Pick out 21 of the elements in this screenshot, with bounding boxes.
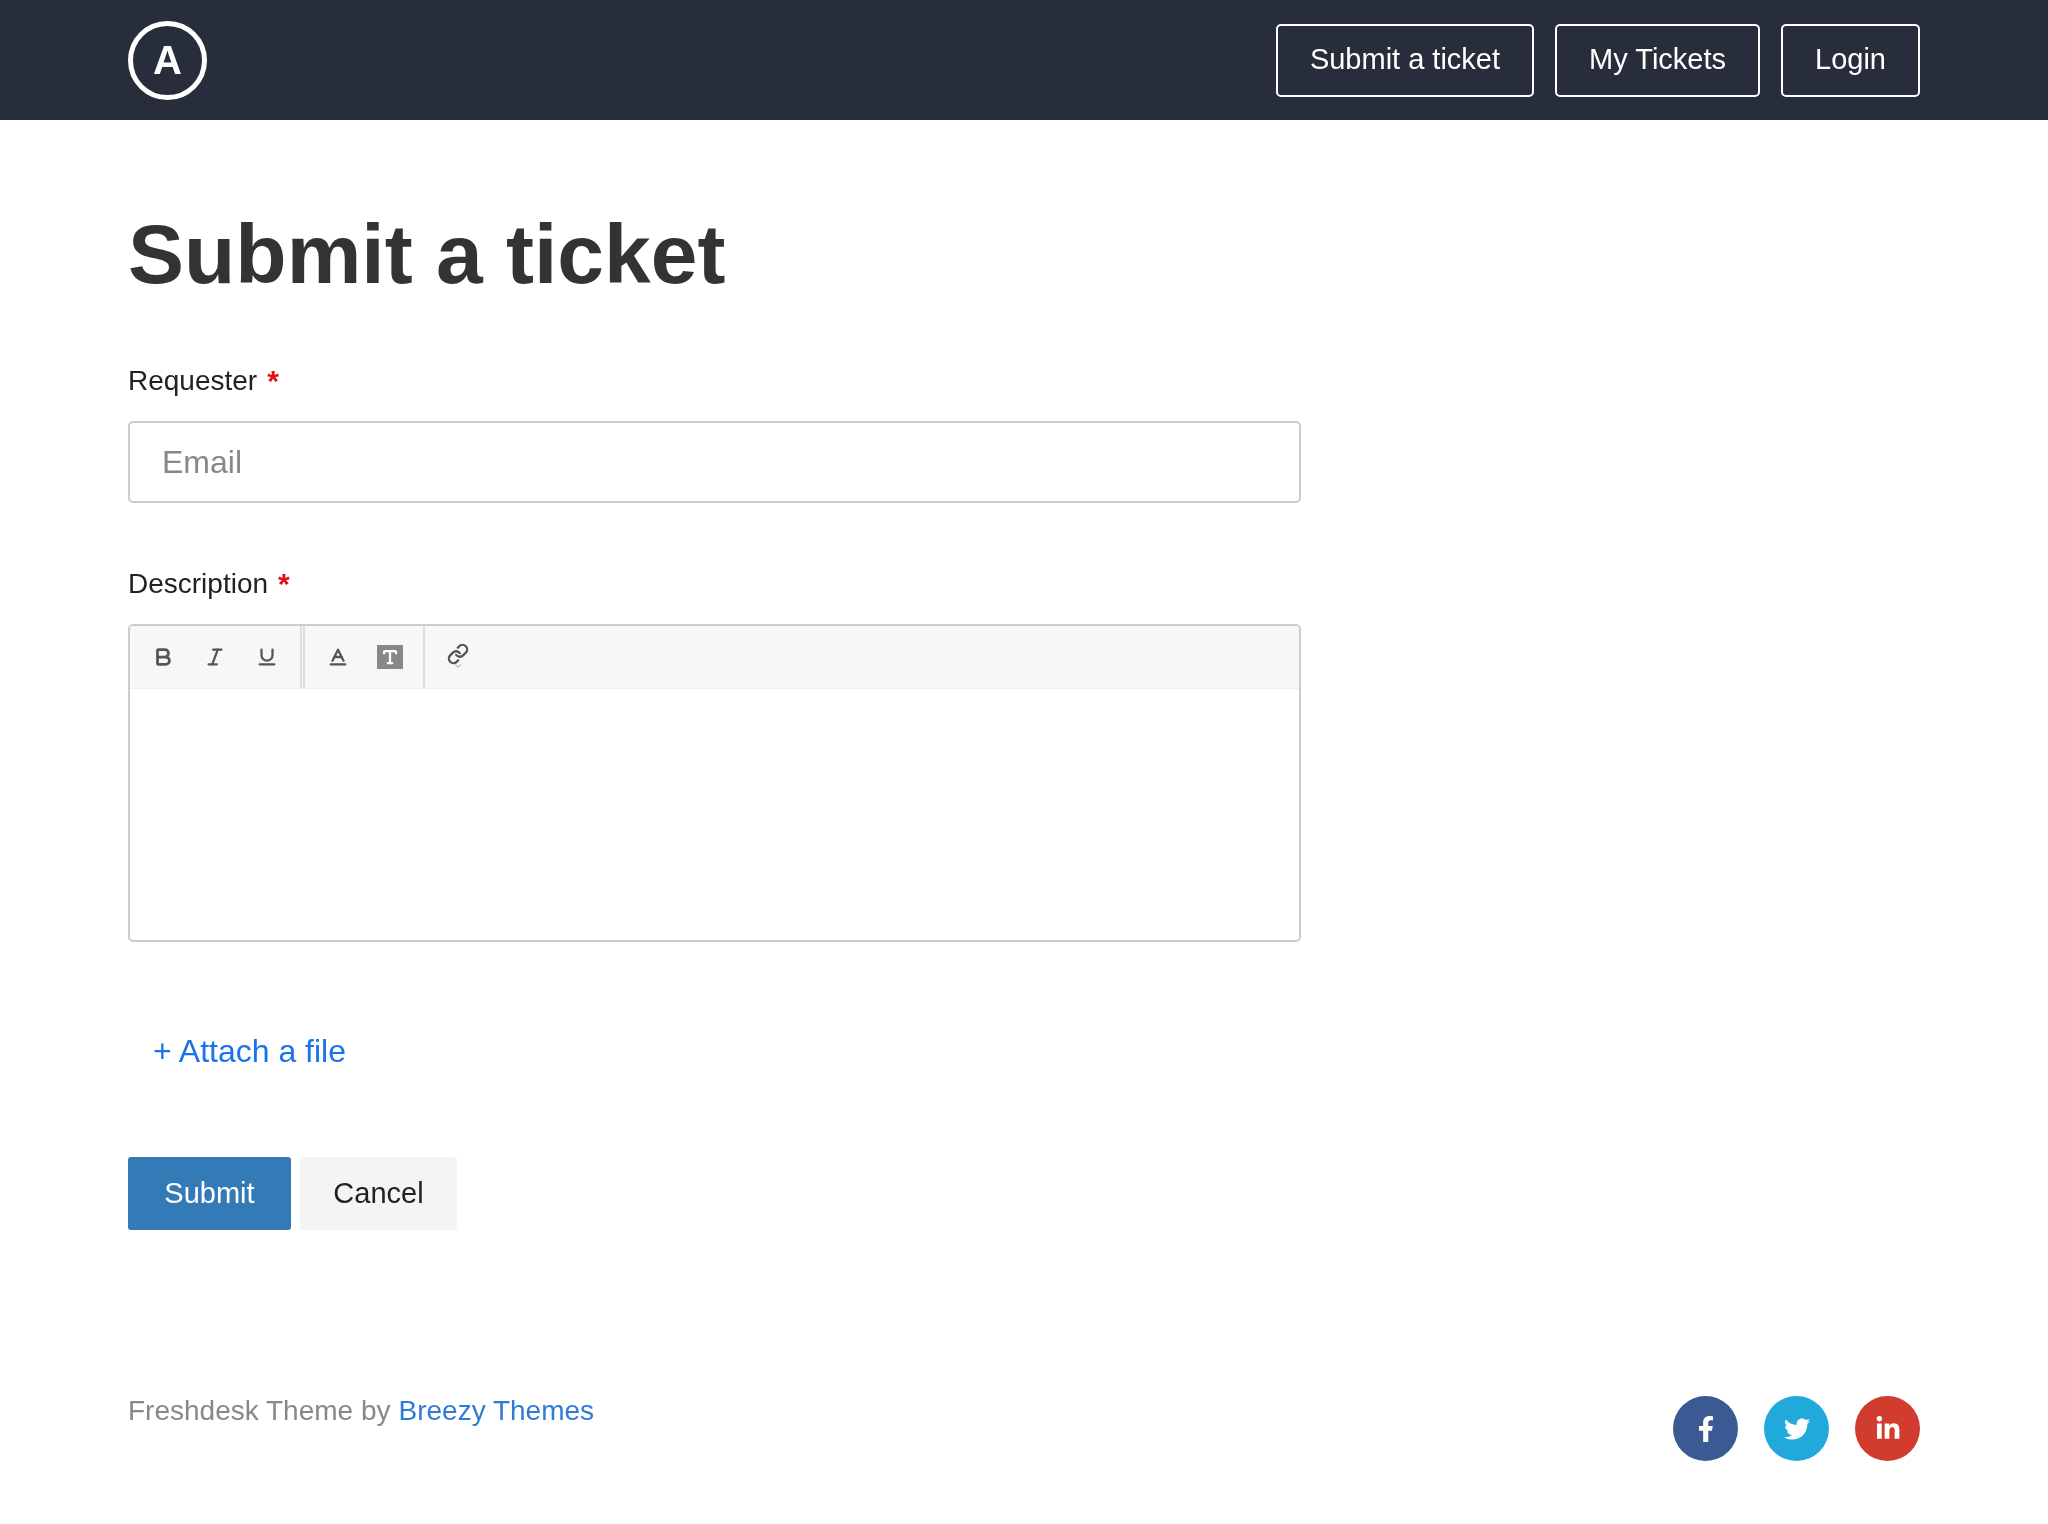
nav-button[interactable]: My Tickets xyxy=(1555,23,1761,97)
italic-icon xyxy=(204,646,226,668)
footer-link[interactable]: Breezy Themes xyxy=(398,1390,595,1432)
text-color-icon xyxy=(327,646,349,668)
field-label: Description xyxy=(128,566,269,601)
required-mark: * xyxy=(267,363,279,399)
email-field[interactable]: Email xyxy=(128,421,1301,503)
highlight-icon xyxy=(377,645,403,669)
submit-button[interactable]: Submit xyxy=(128,1157,291,1230)
required-mark: * xyxy=(278,566,290,602)
page-title: Submit a ticket xyxy=(128,212,727,296)
underline-icon xyxy=(256,646,278,668)
field-label: Requester xyxy=(128,363,258,398)
nav-button[interactable]: Login xyxy=(1781,23,1920,97)
footer-text: Freshdesk Theme by xyxy=(128,1394,391,1428)
logo[interactable]: A xyxy=(128,20,207,100)
linkedin-icon xyxy=(1874,1415,1901,1442)
link-icon xyxy=(447,643,469,671)
nav-button[interactable]: Submit a ticket xyxy=(1275,23,1535,97)
attach-file-link[interactable]: + Attach a file xyxy=(153,1027,346,1075)
cancel-button[interactable]: Cancel xyxy=(300,1157,457,1230)
